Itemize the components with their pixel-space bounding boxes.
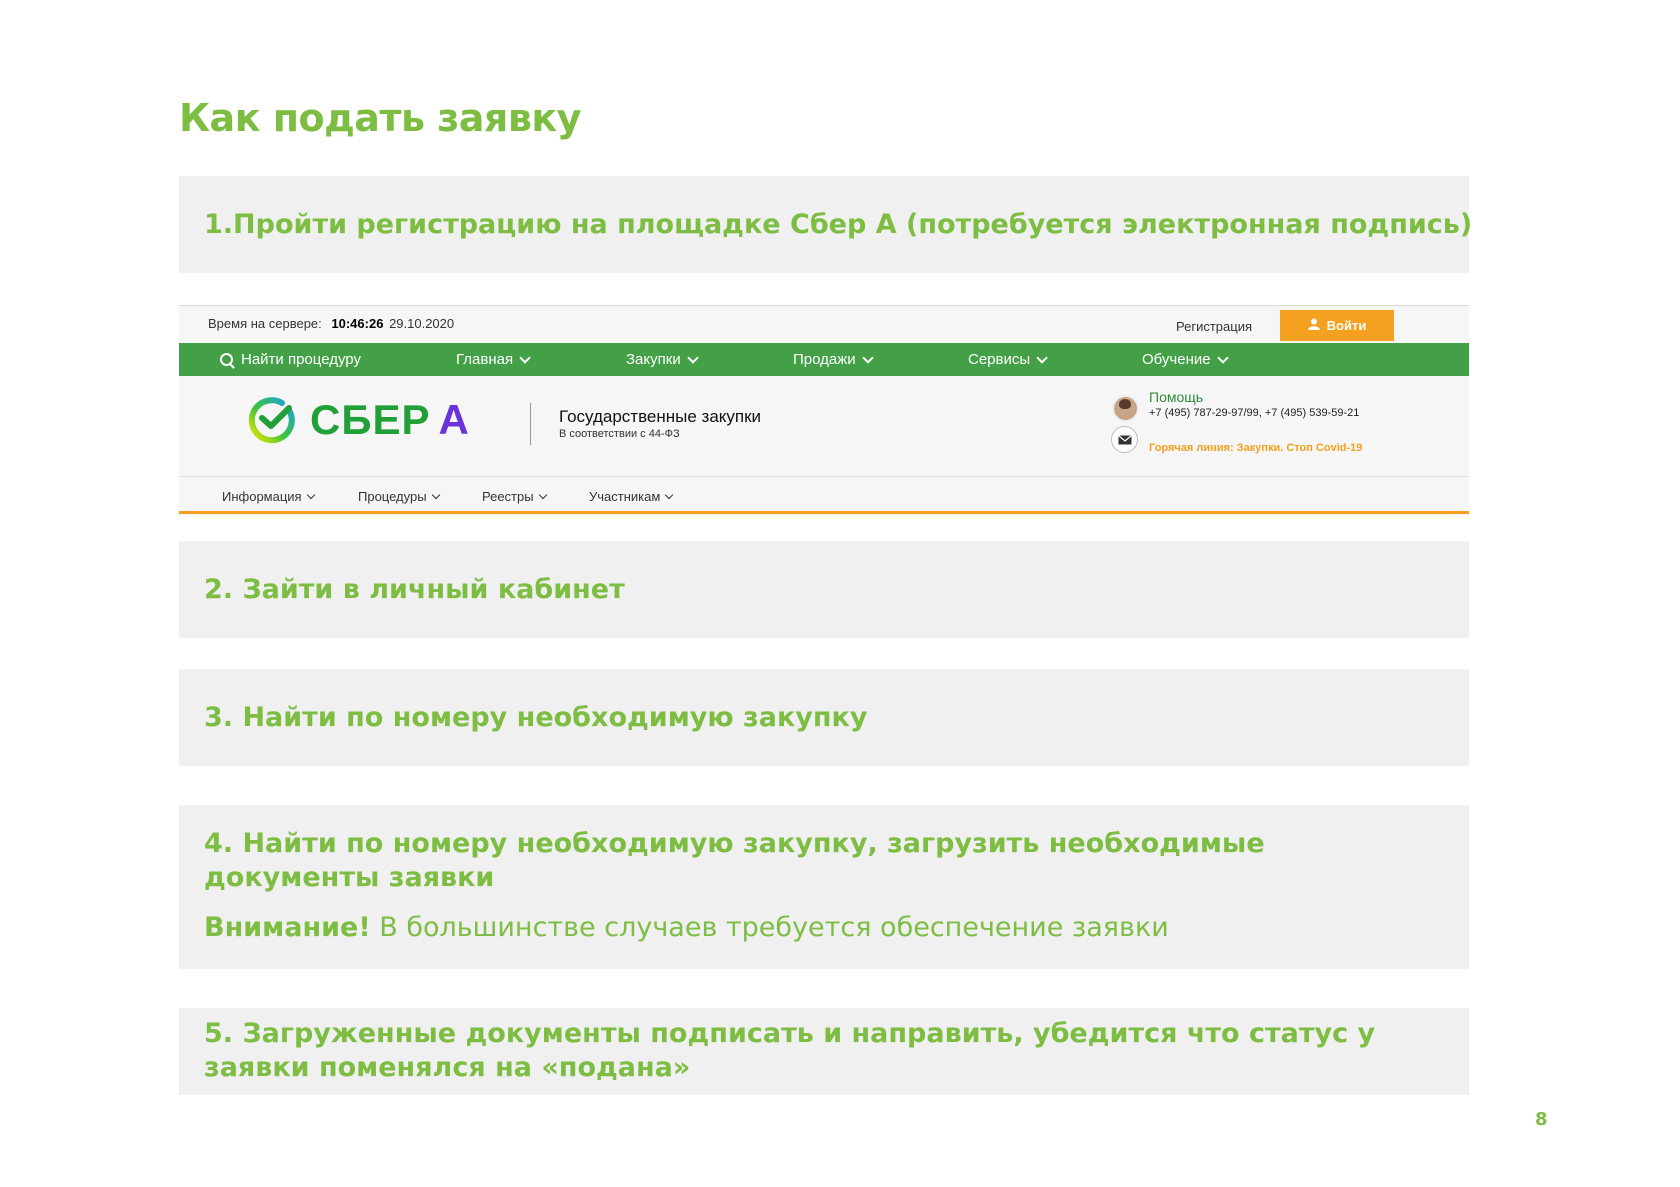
user-icon xyxy=(1307,318,1320,333)
chevron-down-icon xyxy=(519,351,531,364)
step-2: 2. Зайти в личный кабинет xyxy=(179,541,1469,638)
register-link[interactable]: Регистрация xyxy=(1176,319,1252,334)
nav-services[interactable]: Сервисы xyxy=(968,351,1048,368)
site-topbar: Время на сервере: 10:46:26 29.10.2020 Ре… xyxy=(179,305,1469,344)
step-3-text: 3. Найти по номеру необходимую закупку xyxy=(204,701,868,733)
subnav-registries[interactable]: Реестры xyxy=(482,489,547,504)
chevron-down-icon xyxy=(1036,351,1048,364)
support-avatar-icon xyxy=(1112,395,1139,422)
hotline-link[interactable]: Горячая линия: Закупки. Стоп Covid-19 xyxy=(1149,442,1362,454)
sber-logo-icon[interactable] xyxy=(248,396,296,444)
server-time: Время на сервере: 10:46:26 29.10.2020 xyxy=(208,316,454,331)
nav-find-procedure[interactable]: Найти процедуру xyxy=(220,351,361,368)
step-4: 4. Найти по номеру необходимую закупку, … xyxy=(179,805,1469,969)
subnav-participants-label: Участникам xyxy=(589,489,661,504)
server-time-value: 10:46:26 xyxy=(331,316,384,331)
page-title: Как подать заявку xyxy=(179,96,581,140)
nav-sales-label: Продажи xyxy=(793,351,856,368)
logo-letter: А xyxy=(438,396,470,443)
chevron-down-icon xyxy=(306,490,315,499)
subnav-registries-label: Реестры xyxy=(482,489,534,504)
brand-bar: СБЕР А Государственные закупки В соответс… xyxy=(179,376,1469,477)
warning-text: В большинстве случаев требуется обеспече… xyxy=(370,912,1169,943)
sub-nav: Информация Процедуры Реестры Участникам xyxy=(179,477,1469,514)
server-date-value: 29.10.2020 xyxy=(389,316,455,331)
step-1-text: Пройти регистрацию на площадке Сбер А (п… xyxy=(233,208,1473,240)
chevron-down-icon xyxy=(665,490,674,499)
chevron-down-icon xyxy=(861,351,874,364)
nav-purchases-label: Закупки xyxy=(626,351,681,368)
site-screenshot: Время на сервере: 10:46:26 29.10.2020 Ре… xyxy=(179,305,1469,515)
subnav-info[interactable]: Информация xyxy=(222,489,315,504)
login-label: Войти xyxy=(1326,318,1367,333)
chevron-down-icon xyxy=(1216,351,1229,364)
server-time-label: Время на сервере: xyxy=(208,316,322,331)
step-4-warning: Внимание! В большинстве случаев требуетс… xyxy=(204,911,1409,945)
logo-text: СБЕР xyxy=(310,396,431,443)
subnav-procedures[interactable]: Процедуры xyxy=(358,489,440,504)
step-5: 5. Загруженные документы подписать и нап… xyxy=(179,1008,1469,1095)
step-1: 1. Пройти регистрацию на площадке Сбер А… xyxy=(179,176,1473,273)
nav-training-label: Обучение xyxy=(1142,351,1211,368)
section-title: Государственные закупки xyxy=(559,407,762,426)
sber-logo-text: СБЕР А xyxy=(310,396,470,444)
chevron-down-icon xyxy=(431,490,440,499)
step-4-text: 4. Найти по номеру необходимую закупку, … xyxy=(204,828,1265,893)
step-1-number: 1. xyxy=(204,208,234,240)
subnav-procedures-label: Процедуры xyxy=(358,489,427,504)
nav-sales[interactable]: Продажи xyxy=(793,351,874,368)
divider xyxy=(530,403,531,445)
search-icon xyxy=(220,353,233,366)
page-number: 8 xyxy=(1535,1109,1548,1130)
warning-label: Внимание! xyxy=(204,912,371,943)
nav-purchases[interactable]: Закупки xyxy=(626,351,699,368)
section-subtitle: В соответствии с 44-ФЗ xyxy=(559,428,680,440)
nav-services-label: Сервисы xyxy=(968,351,1031,368)
subnav-participants[interactable]: Участникам xyxy=(589,489,674,504)
nav-training[interactable]: Обучение xyxy=(1142,351,1229,368)
nav-main-label: Главная xyxy=(456,351,514,368)
help-link[interactable]: Помощь xyxy=(1149,389,1203,405)
nav-main[interactable]: Главная xyxy=(456,351,531,368)
step-2-text: 2. Зайти в личный кабинет xyxy=(204,573,625,605)
subnav-info-label: Информация xyxy=(222,489,302,504)
chevron-down-icon xyxy=(687,351,699,364)
nav-find-procedure-label: Найти процедуру xyxy=(241,351,361,368)
chevron-down-icon xyxy=(538,490,547,499)
main-nav: Найти процедуру Главная Закупки Продажи … xyxy=(179,343,1469,376)
login-button[interactable]: Войти xyxy=(1280,310,1394,341)
support-phones: +7 (495) 787-29-97/99, +7 (495) 539-59-2… xyxy=(1149,407,1360,419)
mail-icon[interactable] xyxy=(1111,426,1138,453)
step-5-text: 5. Загруженные документы подписать и нап… xyxy=(204,1018,1376,1083)
step-3: 3. Найти по номеру необходимую закупку xyxy=(179,669,1469,766)
